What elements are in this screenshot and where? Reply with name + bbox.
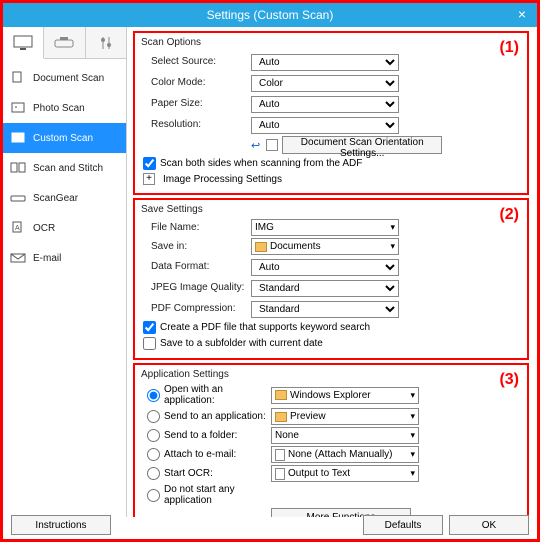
text-icon [275, 468, 285, 480]
no-start-radio[interactable] [147, 489, 160, 502]
start-ocr-dropdown[interactable]: Output to Text [271, 465, 419, 482]
folder-icon [255, 242, 267, 252]
badge-2: (2) [499, 206, 519, 224]
select-source-label: Select Source: [151, 56, 251, 67]
instructions-button[interactable]: Instructions [11, 515, 111, 535]
badge-3: (3) [499, 371, 519, 389]
sliders-icon [98, 35, 114, 51]
left-column: Document Scan Photo Scan Custom Scan Sca… [3, 27, 127, 517]
scan-options-title: Scan Options [141, 37, 521, 48]
send-to-app-dropdown[interactable]: Preview [271, 408, 419, 425]
paper-size-label: Paper Size: [151, 98, 251, 109]
sidebar-item-photo-scan[interactable]: Photo Scan [3, 93, 126, 123]
send-to-app-radio[interactable] [147, 410, 160, 423]
start-ocr-radio[interactable] [147, 467, 160, 480]
monitor-icon [13, 35, 33, 51]
settings-window: Settings (Custom Scan) × Document Scan P… [0, 0, 540, 542]
footer-bar: Instructions Defaults OK [3, 515, 537, 535]
pdf-compression-label: PDF Compression: [151, 303, 251, 314]
photo-scan-icon [9, 101, 27, 115]
open-with-app-radio[interactable] [147, 389, 160, 402]
badge-1: (1) [499, 39, 519, 57]
image-processing-label: Image Processing Settings [163, 174, 282, 185]
window-title: Settings (Custom Scan) [207, 8, 334, 22]
ok-button[interactable]: OK [449, 515, 529, 535]
application-settings-panel: (3) Application Settings Open with an ap… [133, 363, 529, 517]
sidebar-item-custom-scan[interactable]: Custom Scan [3, 123, 126, 153]
save-settings-title: Save Settings [141, 204, 521, 215]
titlebar: Settings (Custom Scan) × [3, 3, 537, 27]
top-tabs [3, 27, 126, 59]
send-to-folder-dropdown[interactable]: None [271, 427, 419, 444]
save-in-dropdown[interactable]: Documents [251, 238, 399, 255]
scan-options-panel: (1) Scan Options Select Source:Auto Colo… [133, 31, 529, 195]
select-source-dropdown[interactable]: Auto [251, 54, 399, 71]
stitch-icon [9, 161, 27, 175]
document-scan-icon [9, 71, 27, 85]
pdf-keyword-checkbox[interactable] [143, 321, 156, 334]
pdf-compression-dropdown[interactable]: Standard [251, 301, 399, 318]
email-icon [9, 251, 27, 265]
save-in-label: Save in: [151, 241, 251, 252]
data-format-dropdown[interactable]: Auto [251, 259, 399, 276]
explorer-icon [275, 390, 287, 400]
mail-icon [275, 449, 285, 461]
custom-scan-icon [9, 131, 27, 145]
both-sides-label: Scan both sides when scanning from the A… [160, 158, 362, 169]
pdf-keyword-label: Create a PDF file that supports keyword … [160, 322, 370, 333]
data-format-label: Data Format: [151, 261, 251, 272]
tab-scan-from-computer[interactable] [3, 27, 44, 59]
tab-general[interactable] [86, 27, 126, 58]
jpeg-quality-dropdown[interactable]: Standard [251, 280, 399, 297]
scangear-icon [9, 191, 27, 205]
sidebar-item-document-scan[interactable]: Document Scan [3, 63, 126, 93]
expand-image-processing-button[interactable]: + [143, 173, 155, 185]
color-mode-label: Color Mode: [151, 77, 251, 88]
ocr-icon: A [9, 221, 27, 235]
open-with-app-dropdown[interactable]: Windows Explorer [271, 387, 419, 404]
sidebar-item-scangear[interactable]: ScanGear [3, 183, 126, 213]
save-settings-panel: (2) Save Settings File Name:IMG Save in:… [133, 198, 529, 360]
sidebar-list: Document Scan Photo Scan Custom Scan Sca… [3, 59, 126, 273]
subfolder-label: Save to a subfolder with current date [160, 338, 323, 349]
preview-icon [275, 412, 287, 422]
resolution-label: Resolution: [151, 119, 251, 130]
scan-both-sides-checkbox[interactable] [143, 157, 156, 170]
orient-shortcut-icon[interactable] [266, 139, 278, 151]
sidebar-item-ocr[interactable]: AOCR [3, 213, 126, 243]
subfolder-checkbox[interactable] [143, 337, 156, 350]
svg-text:A: A [15, 225, 20, 232]
tab-scan-from-panel[interactable] [44, 27, 85, 58]
content-area: (1) Scan Options Select Source:Auto Colo… [127, 27, 537, 517]
file-name-label: File Name: [151, 222, 251, 233]
jpeg-quality-label: JPEG Image Quality: [151, 282, 251, 293]
attach-email-radio[interactable] [147, 448, 160, 461]
scanner-icon [54, 35, 74, 51]
send-to-folder-radio[interactable] [147, 429, 160, 442]
sidebar-item-email[interactable]: E-mail [3, 243, 126, 273]
color-mode-dropdown[interactable]: Color [251, 75, 399, 92]
orientation-settings-button[interactable]: Document Scan Orientation Settings... [282, 136, 442, 154]
reset-icon[interactable]: ↩ [251, 139, 260, 152]
file-name-combo[interactable]: IMG [251, 219, 399, 236]
paper-size-dropdown[interactable]: Auto [251, 96, 399, 113]
defaults-button[interactable]: Defaults [363, 515, 443, 535]
close-icon[interactable]: × [513, 6, 531, 24]
resolution-dropdown[interactable]: Auto [251, 117, 399, 134]
application-settings-title: Application Settings [141, 369, 521, 380]
sidebar-item-scan-stitch[interactable]: Scan and Stitch [3, 153, 126, 183]
attach-email-dropdown[interactable]: None (Attach Manually) [271, 446, 419, 463]
